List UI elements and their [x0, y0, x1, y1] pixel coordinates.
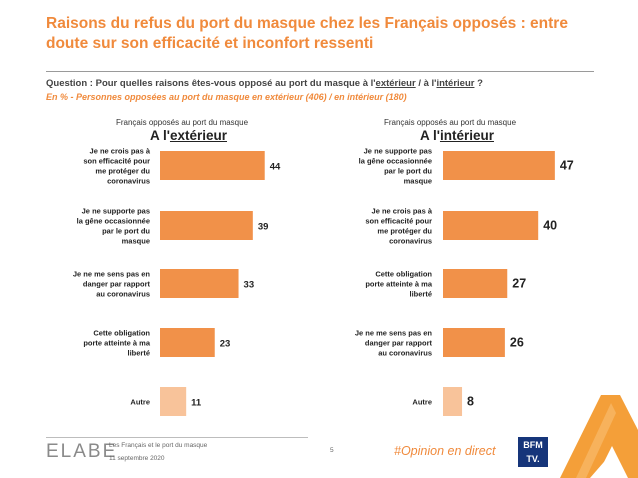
bar-interieur-4 [443, 328, 505, 357]
category-label-interieur-4: Je ne me sens pas en danger par rapport au… [355, 329, 433, 358]
value-label-exterieur-5: 11 [191, 398, 202, 409]
bar-interieur-5 [443, 387, 463, 416]
value-label-exterieur-1: 44 [270, 162, 281, 173]
footer-divider [46, 437, 308, 438]
category-label-interieur-3: Cette obligation porte atteinte à ma liber… [365, 270, 433, 299]
category-label-exterieur-4: Cette obligation porte atteinte à ma liber… [83, 329, 151, 358]
bar-exterieur-4 [160, 328, 215, 357]
value-label-interieur-1: 47 [560, 159, 574, 173]
elabe-logo: ELABE [46, 441, 118, 462]
value-label-exterieur-3: 33 [244, 280, 255, 291]
value-label-interieur-4: 26 [510, 336, 524, 350]
category-label-interieur-2: Je ne crois pas à son efficacité pour me p… [365, 207, 433, 246]
page-number: 5 [330, 447, 334, 454]
bar-interieur-1 [443, 151, 555, 180]
bar-exterieur-2 [160, 211, 253, 240]
bar-exterieur-1 [160, 151, 265, 180]
bfmtv-logo: BFM TV. [518, 437, 548, 467]
value-label-interieur-5: 8 [467, 395, 474, 409]
category-label-exterieur-1: Je ne crois pas à son efficacité pour me p… [83, 147, 151, 186]
value-label-interieur-3: 27 [512, 277, 526, 291]
value-label-exterieur-2: 39 [258, 222, 269, 233]
opinion-hashtag: #Opinion en direct [394, 444, 496, 458]
bfm-line-2: TV. [526, 454, 540, 464]
value-label-exterieur-4: 23 [220, 339, 231, 350]
category-label-exterieur-5: Autre [130, 398, 150, 407]
category-label-exterieur-2: Je ne supporte pas la gêne occasionnée par… [77, 207, 151, 246]
category-label-exterieur-3: Je ne me sens pas en danger par rapport au… [73, 270, 151, 299]
bfm-line-1: BFM [523, 440, 543, 450]
bar-exterieur-5 [160, 387, 187, 416]
bar-interieur-2 [443, 211, 539, 240]
value-label-interieur-2: 40 [543, 219, 557, 233]
bar-charts: 44 Je ne crois pas à son efficacité pour me… [73, 147, 574, 416]
bar-interieur-3 [443, 269, 508, 298]
bar-exterieur-3 [160, 269, 239, 298]
category-label-interieur-1: Je ne supporte pas la gêne occasionnée par… [359, 147, 433, 186]
category-label-interieur-5: Autre [412, 398, 432, 407]
study-date: 11 septembre 2020 [109, 455, 165, 462]
study-title: Les Français et le port du masque [109, 442, 208, 449]
